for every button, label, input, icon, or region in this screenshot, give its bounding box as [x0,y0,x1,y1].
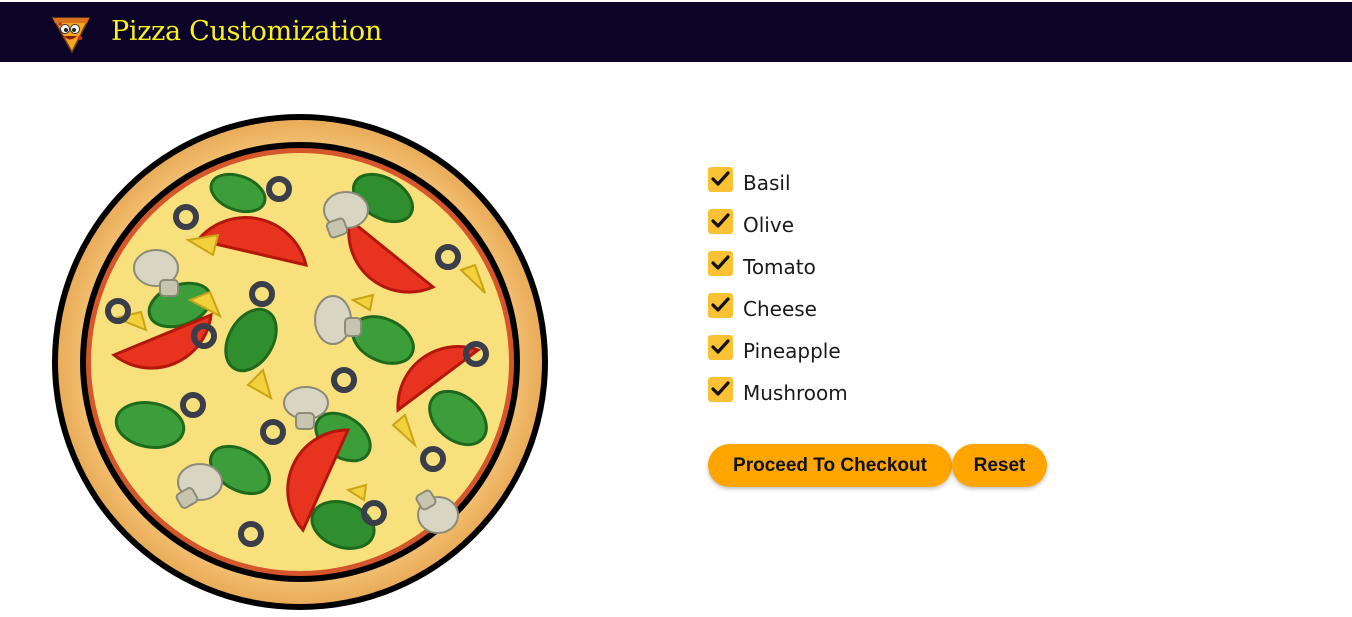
reset-button[interactable]: Reset [952,444,1047,487]
topping-label: Olive [743,213,794,237]
pineapple-checkbox[interactable] [708,334,733,360]
topping-option-mushroom[interactable]: Mushroom [708,372,848,414]
checkmark-icon [711,338,730,354]
topping-label: Cheese [743,297,817,321]
proceed-to-checkout-button[interactable]: Proceed To Checkout [708,444,952,487]
topping-option-olive[interactable]: Olive [708,204,848,246]
checkmark-icon [711,380,730,396]
mushroom-checkbox[interactable] [708,376,733,402]
checkmark-icon [711,170,730,186]
tomato-checkbox[interactable] [708,250,733,276]
topping-option-tomato[interactable]: Tomato [708,246,848,288]
checkmark-icon [711,254,730,270]
cheese-checkbox[interactable] [708,292,733,318]
topping-label: Pineapple [743,339,841,363]
topping-option-basil[interactable]: Basil [708,162,848,204]
pizza-illustration [52,114,548,610]
topping-label: Tomato [743,255,816,279]
checkmark-icon [711,296,730,312]
topping-label: Basil [743,171,791,195]
topping-option-cheese[interactable]: Cheese [708,288,848,330]
checkmark-icon [711,212,730,228]
topping-option-pineapple[interactable]: Pineapple [708,330,848,372]
pizza-slice-icon [51,17,91,54]
topping-label: Mushroom [743,381,848,405]
basil-checkbox[interactable] [708,166,733,192]
action-buttons: Proceed To Checkout Reset [708,444,1047,487]
page-title: Pizza Customization [111,16,382,47]
toppings-list: Basil Olive Tomato Cheese Pineapple Mush… [708,162,848,414]
app-header: Pizza Customization [0,2,1352,62]
olive-checkbox[interactable] [708,208,733,234]
